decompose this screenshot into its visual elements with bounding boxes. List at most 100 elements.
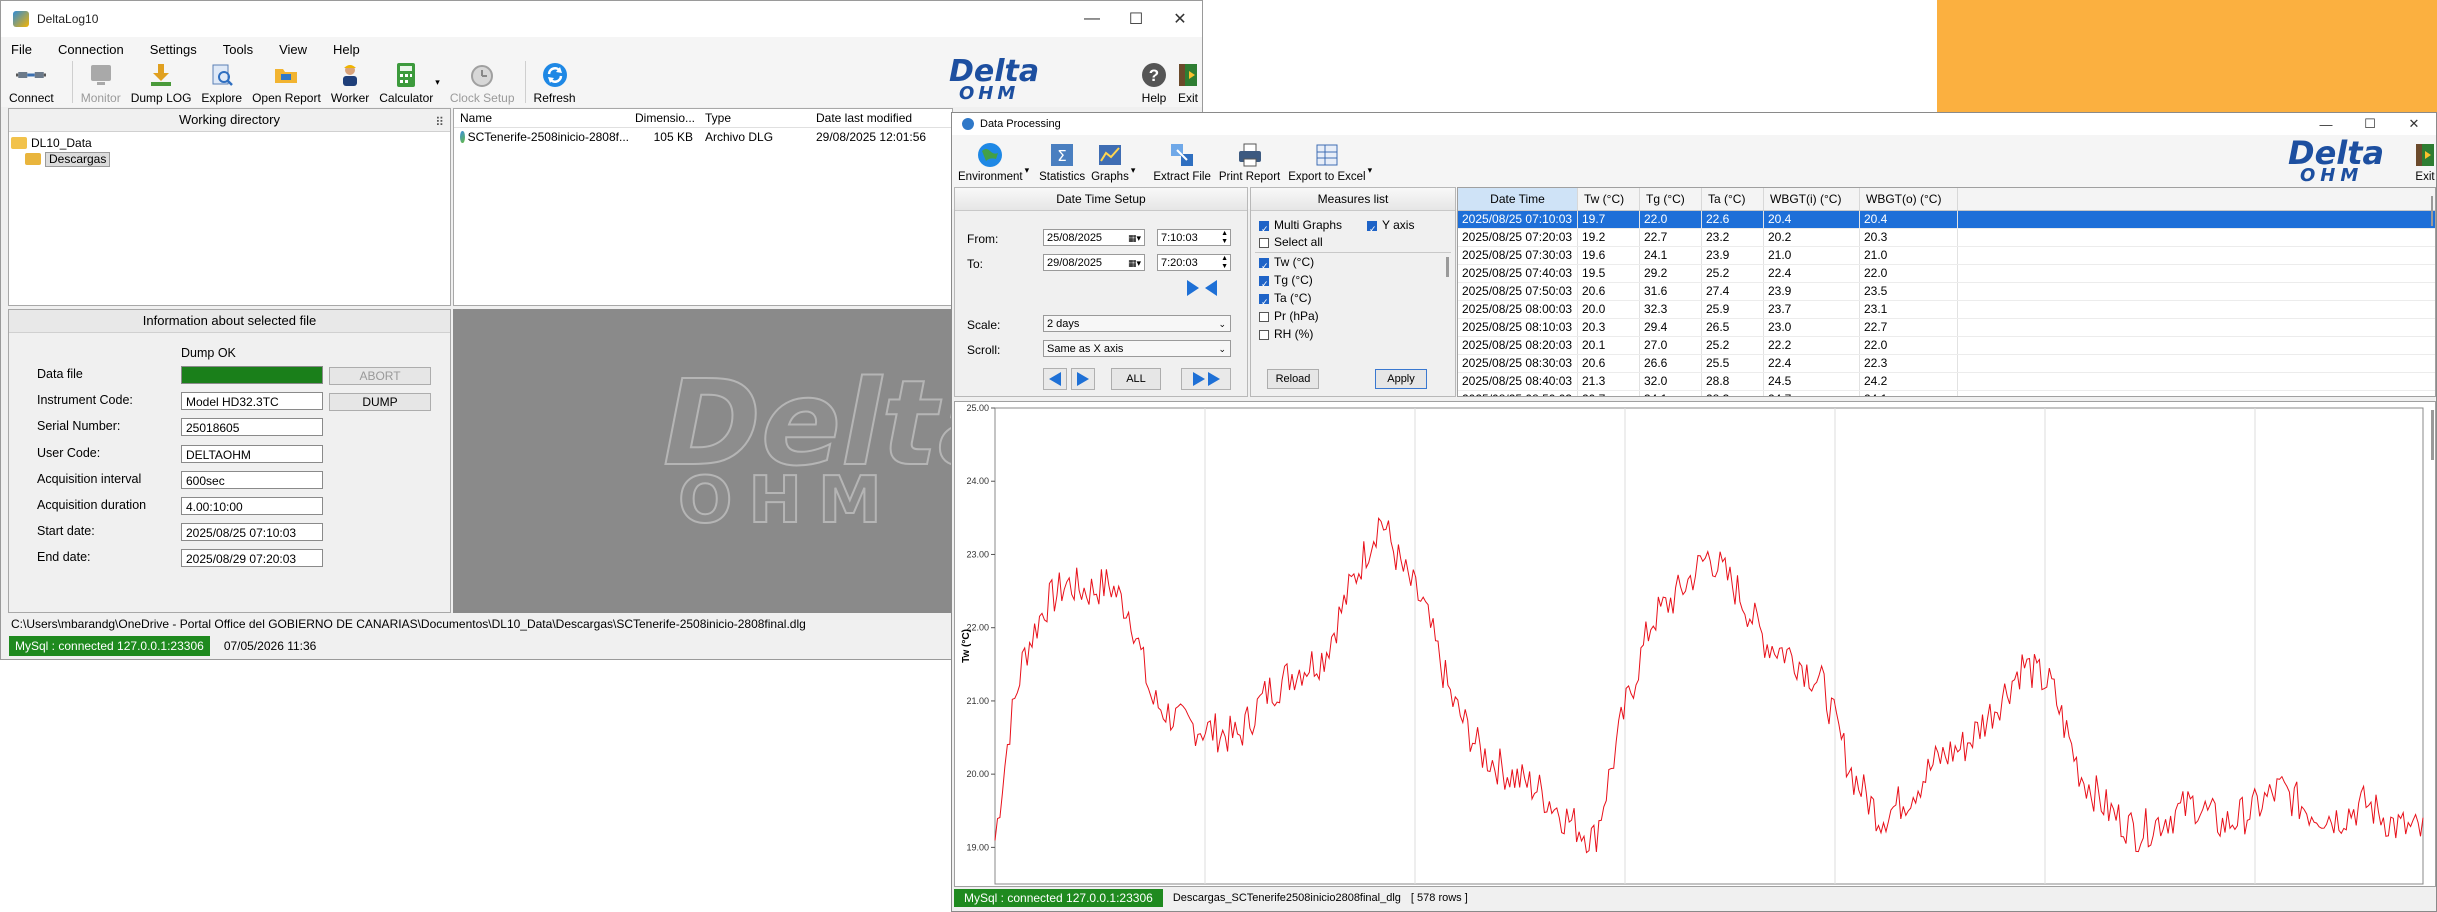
environment-button[interactable]: Environment: [958, 141, 1023, 183]
table-row[interactable]: 2025/08/25 07:40:03 19.5 29.2 25.2 22.4 22.0: [1458, 265, 2435, 283]
from-time-spinner[interactable]: 7:10:03 ▲ ▼: [1157, 229, 1231, 246]
graphs-dropdown-icon[interactable]: ▾: [1131, 165, 1136, 176]
refresh-icon: [540, 61, 570, 89]
column-wbgt-o[interactable]: WBGT(o) (°C): [1860, 188, 1958, 210]
column-tg[interactable]: Tg (°C): [1640, 188, 1702, 210]
dp-exit-button[interactable]: Exit: [2410, 141, 2437, 183]
calculator-button[interactable]: Calculator: [379, 61, 433, 105]
multi-graphs-checkbox[interactable]: Multi Graphs: [1259, 216, 1342, 238]
minimize-icon[interactable]: —: [1070, 10, 1114, 28]
to-time-spinner[interactable]: 7:20:03 ▲ ▼: [1157, 254, 1231, 271]
close-icon[interactable]: ✕: [1158, 9, 1202, 29]
file-list-header: Name Dimensio... Type Date last modified: [454, 109, 952, 128]
table-cell: 22.0: [1640, 211, 1702, 228]
step-forward-button[interactable]: [1071, 368, 1095, 390]
monitor-button[interactable]: Monitor: [81, 61, 121, 105]
menu-view[interactable]: View: [279, 42, 307, 57]
open-report-button[interactable]: Open Report: [252, 61, 321, 105]
from-date-picker[interactable]: 25/08/2025 ▦▾: [1043, 229, 1145, 246]
column-date-time[interactable]: Date Time: [1458, 188, 1578, 210]
refresh-button[interactable]: Refresh: [534, 61, 576, 105]
table-row[interactable]: 2025/08/25 08:50:0320.734.128.324.724.1: [1458, 391, 2435, 396]
export-excel-button[interactable]: Export to Excel: [1288, 141, 1366, 183]
explore-button[interactable]: Explore: [201, 61, 242, 105]
menu-tools[interactable]: Tools: [223, 42, 253, 57]
info-field-label: Acquisition interval: [37, 471, 142, 486]
worker-button[interactable]: Worker: [331, 61, 369, 105]
menu-connection[interactable]: Connection: [58, 42, 124, 57]
measures-scrollbar[interactable]: [1446, 257, 1449, 277]
tree-item-descargas[interactable]: Descargas: [11, 151, 450, 167]
scale-select[interactable]: 2 days ⌄: [1043, 315, 1231, 332]
grid-view-icon[interactable]: ⠿: [435, 111, 444, 133]
table-row[interactable]: 2025/08/25 07:10:03 19.7 22.0 22.6 20.4 20.4: [1458, 211, 2435, 229]
table-row[interactable]: 2025/08/25 08:10:03 20.3 29.4 26.5 23.0 22.7: [1458, 319, 2435, 337]
table-scrollbar[interactable]: [2431, 196, 2433, 226]
preview-panel: Delta OHM: [453, 309, 953, 613]
exit-button[interactable]: Exit: [1173, 61, 1203, 105]
extract-file-button[interactable]: Extract File: [1153, 141, 1211, 183]
chart-scrollbar[interactable]: [2431, 410, 2434, 460]
connect-button[interactable]: Connect: [9, 61, 54, 105]
column-tw[interactable]: Tw (°C): [1578, 188, 1640, 210]
file-row[interactable]: SCTenerife-2508inicio-2808f... 105 KB Ar…: [454, 128, 952, 146]
logo-ohm-text: OHM: [959, 83, 1020, 104]
fast-forward-button[interactable]: [1181, 368, 1231, 390]
export-dropdown-icon[interactable]: ▾: [1368, 165, 1373, 176]
arrow-left-icon: [1205, 280, 1217, 296]
menu-settings[interactable]: Settings: [150, 42, 197, 57]
dump-button[interactable]: DUMP: [329, 393, 431, 411]
chevron-down-icon: ⌄: [1218, 344, 1226, 354]
scroll-select[interactable]: Same as X axis ⌄: [1043, 340, 1231, 357]
measure-item-pr[interactable]: Pr (hPa): [1259, 307, 1451, 325]
table-cell: 19.2: [1578, 229, 1640, 246]
menu-file[interactable]: File: [11, 42, 32, 57]
step-back-button[interactable]: [1043, 368, 1067, 390]
graphs-button[interactable]: Graphs: [1091, 141, 1129, 183]
column-ta[interactable]: Ta (°C): [1702, 188, 1764, 210]
apply-button[interactable]: Apply: [1375, 369, 1427, 389]
environment-dropdown-icon[interactable]: ▾: [1025, 165, 1030, 176]
zoom-collapse-button[interactable]: [1187, 278, 1229, 298]
menu-help[interactable]: Help: [333, 42, 360, 57]
all-button[interactable]: ALL: [1111, 368, 1161, 390]
statistics-button[interactable]: Σ Statistics: [1039, 141, 1085, 183]
clock-setup-button[interactable]: Clock Setup: [450, 61, 515, 105]
table-row[interactable]: 2025/08/25 08:00:03 20.0 32.3 25.9 23.7 23.1: [1458, 301, 2435, 319]
column-wbgt-i[interactable]: WBGT(i) (°C): [1764, 188, 1860, 210]
tree-item-dl10-data[interactable]: DL10_Data: [11, 135, 450, 151]
calculator-dropdown-icon[interactable]: ▾: [435, 77, 440, 88]
table-row[interactable]: 2025/08/25 07:20:03 19.2 22.7 23.2 20.2 20.3: [1458, 229, 2435, 247]
maximize-icon[interactable]: ☐: [1114, 9, 1158, 29]
date-time-setup-group: Date Time Setup From: 25/08/2025 ▦▾ 7:10:…: [954, 187, 1248, 397]
y-axis-checkbox[interactable]: Y axis: [1367, 216, 1414, 238]
abort-button[interactable]: ABORT: [329, 367, 431, 385]
table-row[interactable]: 2025/08/25 08:40:03 21.3 32.0 28.8 24.5 24.2: [1458, 373, 2435, 391]
dp-status-rows: [ 578 rows ]: [1410, 892, 1468, 904]
maximize-icon[interactable]: ☐: [2348, 116, 2392, 132]
close-icon[interactable]: ✕: [2392, 116, 2436, 132]
column-type[interactable]: Type: [699, 109, 794, 127]
table-row[interactable]: 2025/08/25 07:30:03 19.6 24.1 23.9 21.0 21.0: [1458, 247, 2435, 265]
measure-item-ta[interactable]: Ta (°C): [1259, 289, 1451, 311]
measure-item-tw[interactable]: Tw (°C): [1259, 253, 1451, 275]
tw-line-chart[interactable]: 25.0024.0023.0022.0021.0020.0019.00Tw (°…: [955, 402, 2435, 886]
to-date-picker[interactable]: 29/08/2025 ▦▾: [1043, 254, 1145, 271]
column-size[interactable]: Dimensio...: [629, 109, 699, 127]
table-row[interactable]: 2025/08/25 07:50:03 20.6 31.6 27.4 23.9 23.5: [1458, 283, 2435, 301]
print-report-button[interactable]: Print Report: [1219, 141, 1280, 183]
table-cell: 2025/08/25 08:50:03: [1458, 391, 1578, 396]
tree-item-label: DL10_Data: [31, 136, 92, 150]
help-button[interactable]: ? Help: [1139, 61, 1169, 105]
column-name[interactable]: Name: [454, 109, 629, 127]
select-all-checkbox[interactable]: Select all: [1259, 233, 1323, 251]
reload-button[interactable]: Reload: [1267, 369, 1319, 389]
minimize-icon[interactable]: —: [2304, 117, 2348, 132]
extract-file-label: Extract File: [1153, 171, 1211, 183]
table-row[interactable]: 2025/08/25 08:30:03 20.6 26.6 25.5 22.4 22.3: [1458, 355, 2435, 373]
column-date[interactable]: Date last modified: [794, 109, 944, 127]
measure-item-tg[interactable]: Tg (°C): [1259, 271, 1451, 293]
dump-log-button[interactable]: Dump LOG: [131, 61, 191, 105]
measure-item-rh[interactable]: RH (%): [1259, 325, 1451, 343]
table-row[interactable]: 2025/08/25 08:20:03 20.1 27.0 25.2 22.2 22.0: [1458, 337, 2435, 355]
